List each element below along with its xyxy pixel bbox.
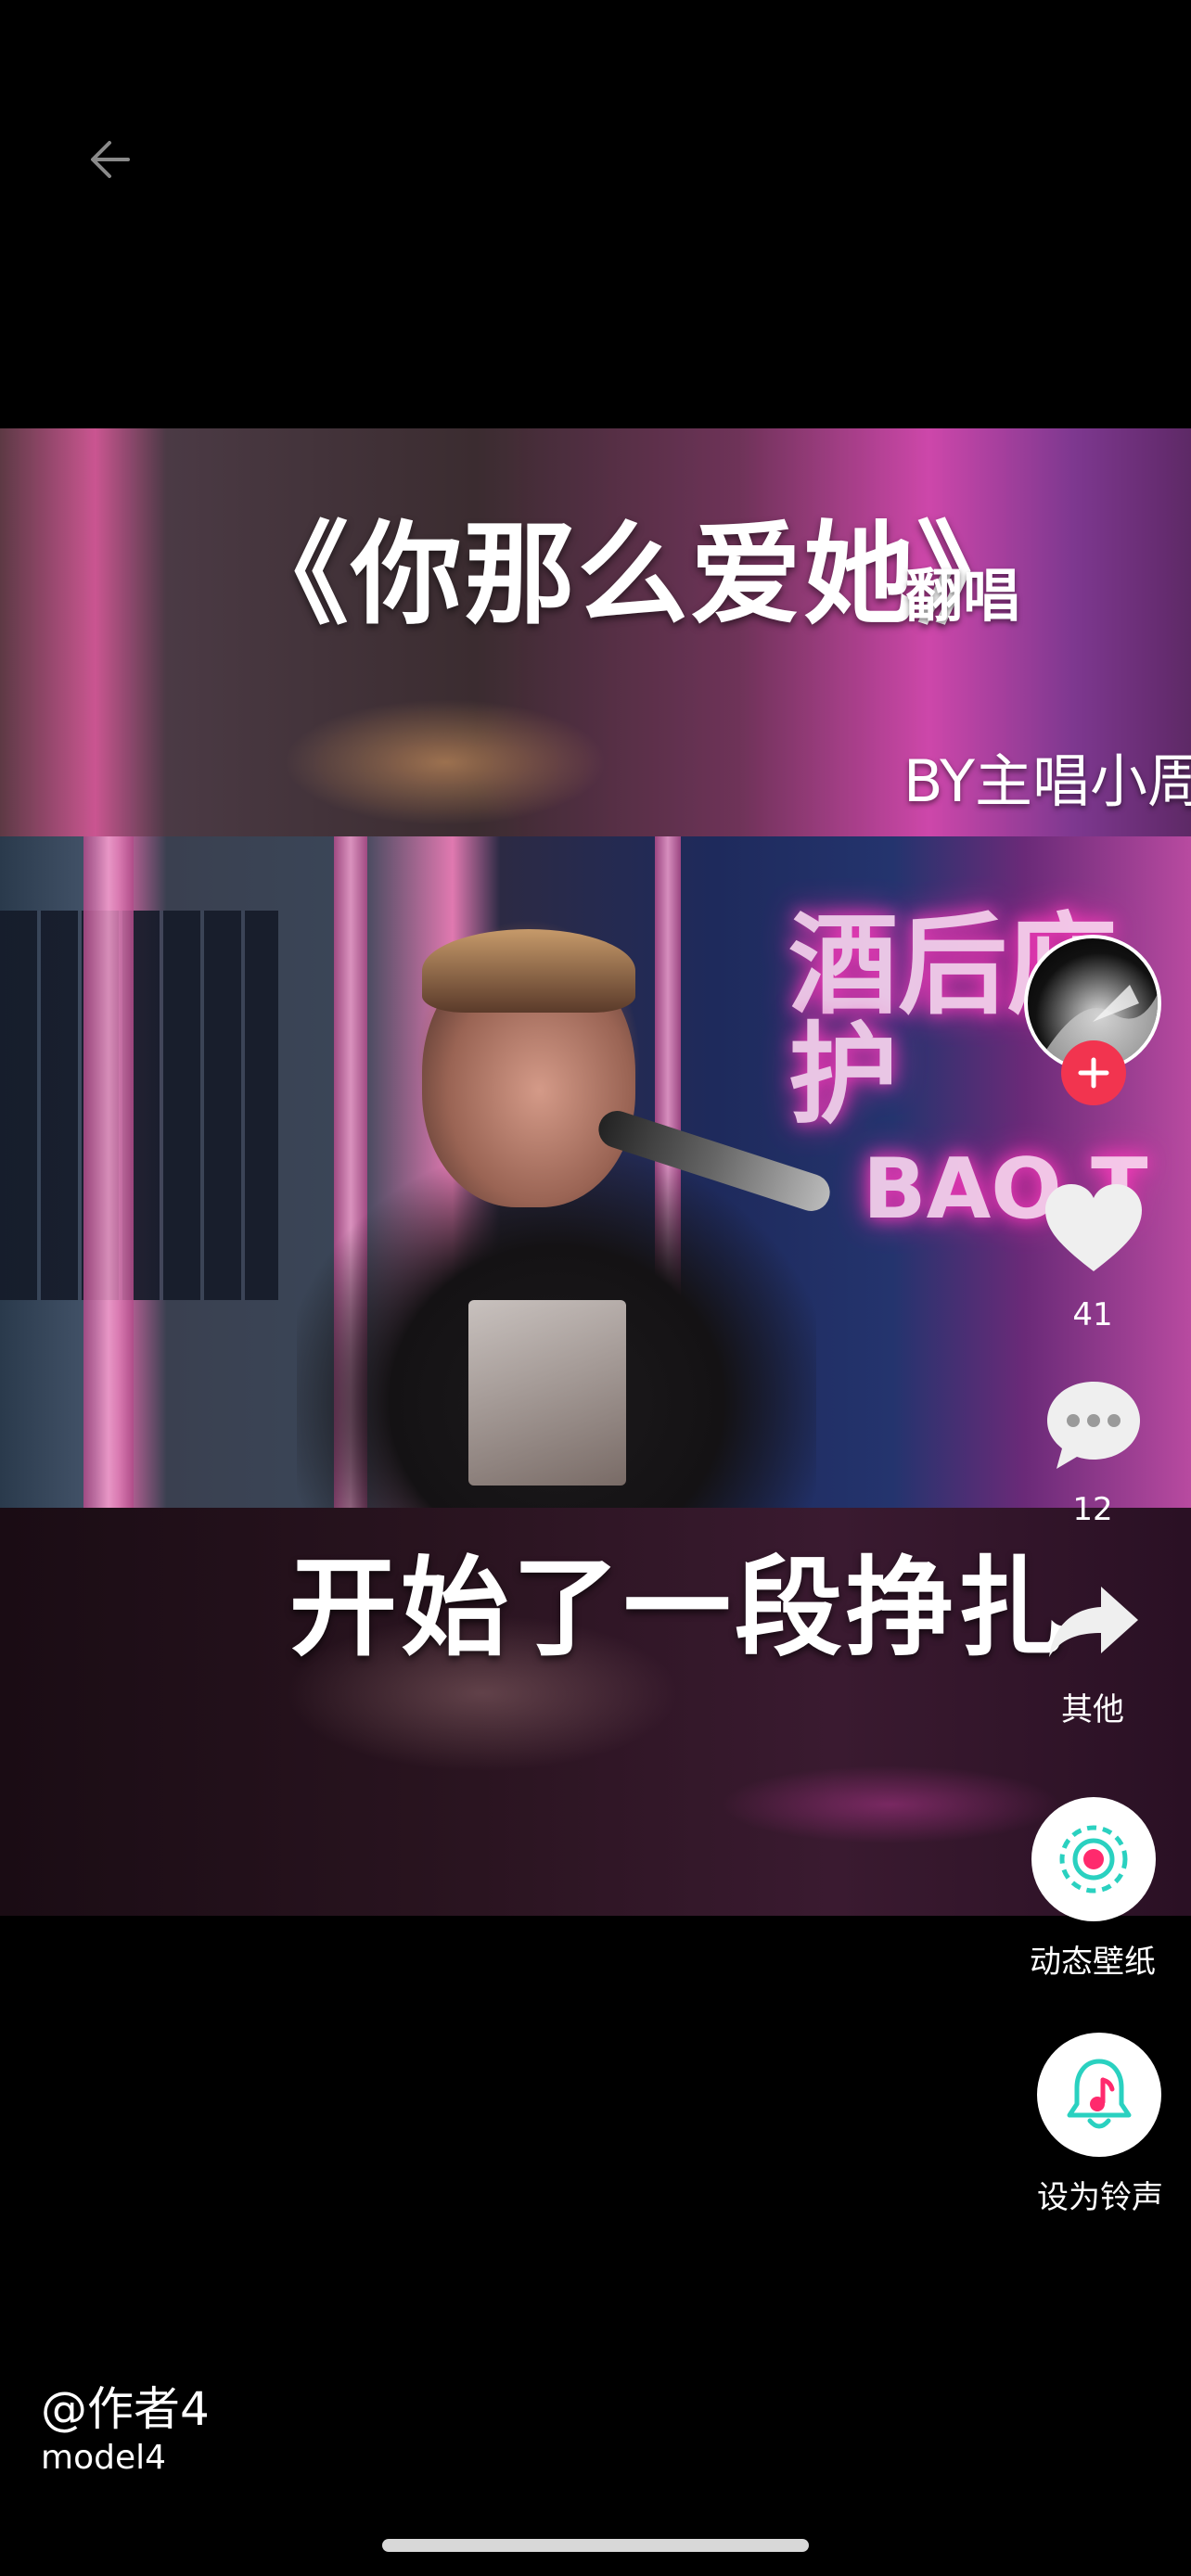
- live-wallpaper-label: 动态壁纸: [1030, 1944, 1156, 1981]
- follow-button[interactable]: [1061, 1040, 1126, 1105]
- video-player-screen: 酒后庇护 BAO T 《你那么爱她》 翻唱 BY主唱小周 开始了一段挣扎 41: [0, 0, 1191, 2576]
- home-indicator[interactable]: [382, 2539, 809, 2552]
- set-ringtone-button[interactable]: [1037, 2033, 1161, 2157]
- share-arrow-icon: [1049, 1587, 1138, 1657]
- background-building: [0, 911, 278, 1300]
- comment-count: 12: [1072, 1491, 1113, 1528]
- plus-icon: [1078, 1057, 1109, 1089]
- video-description: model4: [41, 2439, 166, 2477]
- like-count: 41: [1072, 1296, 1113, 1333]
- share-button[interactable]: [1041, 1569, 1146, 1675]
- live-wallpaper-icon: [1059, 1825, 1128, 1894]
- shirt-print: [468, 1300, 626, 1486]
- neon-pillar: [83, 836, 134, 1508]
- arrow-left-icon: [91, 141, 130, 178]
- like-button[interactable]: [1041, 1176, 1146, 1282]
- live-wallpaper-button[interactable]: [1031, 1797, 1156, 1921]
- set-ringtone-label: 设为铃声: [1037, 2179, 1163, 2216]
- heart-icon: [1045, 1184, 1142, 1271]
- comment-button[interactable]: [1041, 1372, 1146, 1478]
- lyric-caption: 开始了一段挣扎: [289, 1546, 1069, 1671]
- bell-music-icon: [1067, 2059, 1132, 2129]
- video-main-scene: 酒后庇护 BAO T: [0, 836, 1191, 1532]
- singer-hair: [422, 929, 635, 1013]
- author-name[interactable]: @作者4: [41, 2372, 210, 2439]
- back-button[interactable]: [67, 115, 156, 204]
- comment-icon: [1047, 1382, 1140, 1469]
- video-title-suffix: 翻唱: [905, 562, 1021, 630]
- share-label: 其他: [1061, 1691, 1124, 1728]
- video-byline: BY主唱小周: [903, 747, 1191, 815]
